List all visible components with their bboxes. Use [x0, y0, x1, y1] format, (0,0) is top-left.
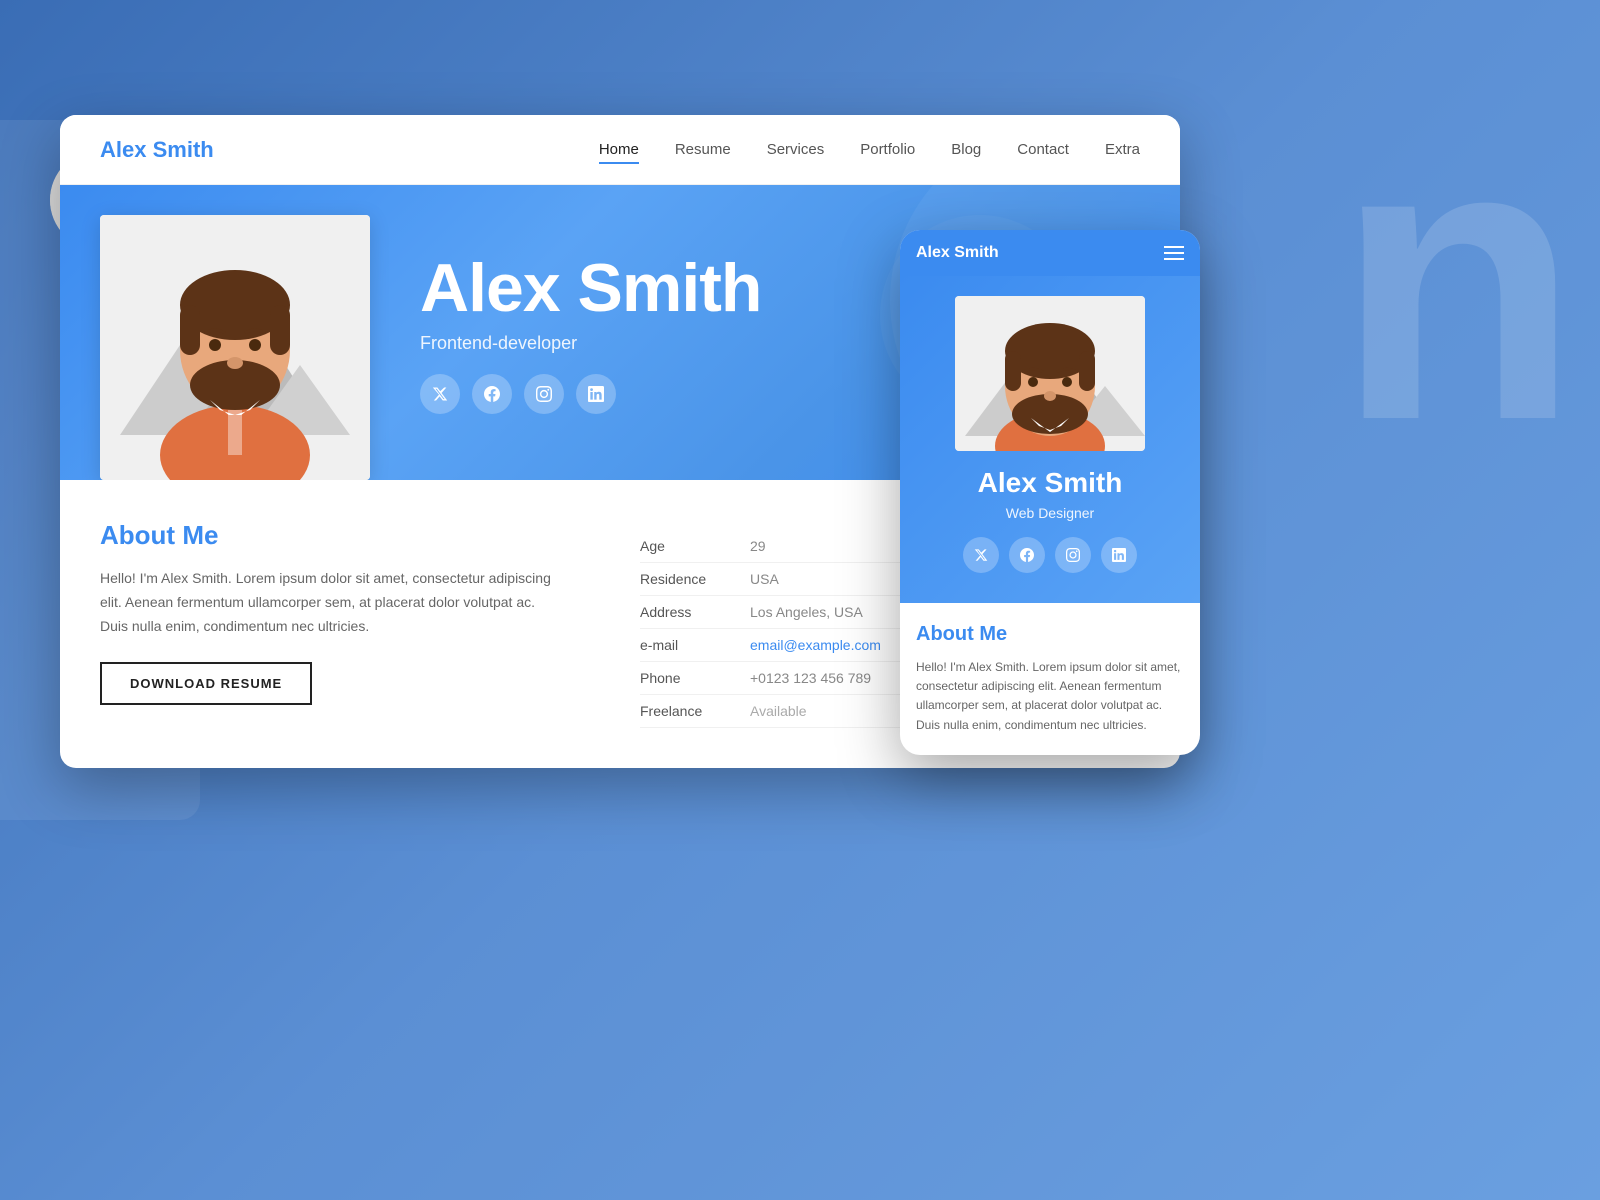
- mobile-nav-title: Alex Smith: [916, 244, 999, 262]
- about-title-plain: About: [100, 520, 175, 550]
- hero-subtitle: Frontend-developer: [420, 333, 761, 354]
- hamburger-line-2: [1164, 252, 1184, 254]
- mobile-about-title-plain: About: [916, 623, 974, 645]
- social-facebook[interactable]: [472, 374, 512, 414]
- logo-first: Alex: [100, 137, 146, 162]
- download-resume-button[interactable]: DOWNLOAD RESUME: [100, 662, 312, 705]
- mobile-social-instagram[interactable]: [1055, 537, 1091, 573]
- hamburger-line-3: [1164, 258, 1184, 260]
- nav-link-services[interactable]: Services: [767, 141, 825, 162]
- hero-socials: [420, 374, 761, 414]
- social-twitter[interactable]: [420, 374, 460, 414]
- about-title-colored: Me: [182, 520, 218, 550]
- info-label-age: Age: [640, 530, 750, 563]
- nav-link-home[interactable]: Home: [599, 141, 639, 164]
- mobile-social-facebook[interactable]: [1009, 537, 1045, 573]
- mobile-card: Alex Smith: [900, 230, 1200, 755]
- info-label-phone: Phone: [640, 662, 750, 695]
- info-label-freelance: Freelance: [640, 695, 750, 728]
- nav-item-blog[interactable]: Blog: [951, 141, 981, 159]
- hero-text: Alex Smith Frontend-developer: [420, 251, 761, 415]
- hero-avatar-svg: [100, 215, 370, 480]
- info-label-email: e-mail: [640, 629, 750, 662]
- nav-link-resume[interactable]: Resume: [675, 141, 731, 162]
- about-left: About Me Hello! I'm Alex Smith. Lorem ip…: [100, 520, 600, 728]
- mobile-socials: [963, 537, 1137, 573]
- bg-letter: n: [1336, 80, 1580, 480]
- nav-link-contact[interactable]: Contact: [1017, 141, 1069, 162]
- about-text: Hello! I'm Alex Smith. Lorem ipsum dolor…: [100, 567, 560, 638]
- hero-name: Alex Smith: [420, 251, 761, 326]
- nav-item-extra[interactable]: Extra: [1105, 141, 1140, 159]
- social-instagram[interactable]: [524, 374, 564, 414]
- nav-links: Home Resume Services Portfolio Blog Cont…: [599, 141, 1140, 159]
- info-label-address: Address: [640, 596, 750, 629]
- nav-link-portfolio[interactable]: Portfolio: [860, 141, 915, 162]
- hero-avatar-wrap: [100, 215, 370, 480]
- about-title: About Me: [100, 520, 600, 551]
- mobile-menu-icon[interactable]: [1164, 246, 1184, 260]
- mobile-social-twitter[interactable]: [963, 537, 999, 573]
- nav-logo[interactable]: Alex Smith: [100, 137, 214, 163]
- social-linkedin[interactable]: [576, 374, 616, 414]
- nav-item-portfolio[interactable]: Portfolio: [860, 141, 915, 159]
- hamburger-line-1: [1164, 246, 1184, 248]
- mobile-about-title: About Me: [916, 623, 1184, 646]
- navbar: Alex Smith Home Resume Services Portfoli…: [60, 115, 1180, 185]
- nav-item-contact[interactable]: Contact: [1017, 141, 1069, 159]
- mobile-about-text: Hello! I'm Alex Smith. Lorem ipsum dolor…: [916, 658, 1184, 735]
- mobile-social-linkedin[interactable]: [1101, 537, 1137, 573]
- mobile-hero-name: Alex Smith: [978, 467, 1123, 499]
- nav-item-home[interactable]: Home: [599, 141, 639, 159]
- nav-link-blog[interactable]: Blog: [951, 141, 981, 162]
- mobile-avatar-svg: [955, 296, 1145, 451]
- mobile-hero-section: Alex Smith Web Designer: [900, 276, 1200, 603]
- nav-item-services[interactable]: Services: [767, 141, 825, 159]
- logo-second: Smith: [153, 137, 214, 162]
- mobile-avatar: [955, 296, 1145, 451]
- mobile-about-title-colored: Me: [979, 623, 1007, 645]
- nav-item-resume[interactable]: Resume: [675, 141, 731, 159]
- mobile-hero-subtitle: Web Designer: [1006, 505, 1094, 521]
- mobile-about-section: About Me Hello! I'm Alex Smith. Lorem ip…: [900, 603, 1200, 755]
- info-label-residence: Residence: [640, 563, 750, 596]
- mobile-navbar: Alex Smith: [900, 230, 1200, 276]
- nav-link-extra[interactable]: Extra: [1105, 141, 1140, 162]
